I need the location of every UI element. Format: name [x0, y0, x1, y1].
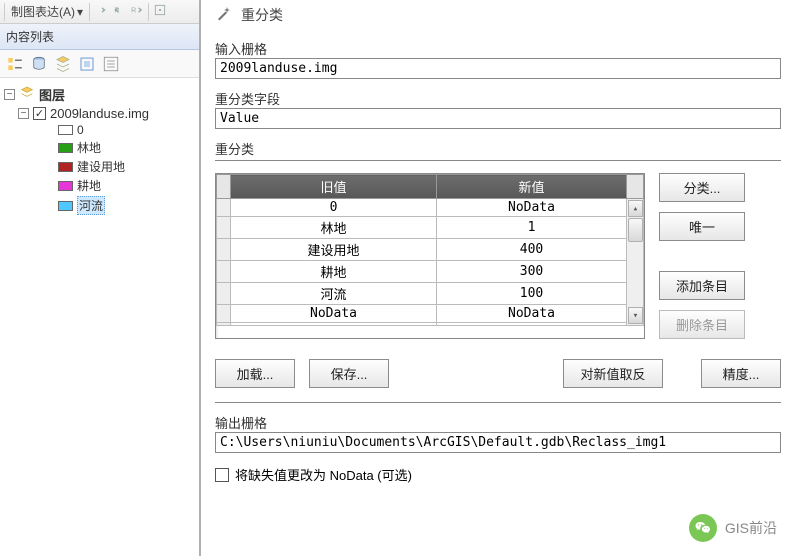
wechat-icon	[689, 514, 717, 542]
tree-root-label: 图层	[39, 85, 65, 104]
reclass-section-label: 重分类	[215, 139, 781, 161]
arrow-back-r-icon[interactable]: R	[112, 3, 126, 20]
delete-entry-button: 删除条目	[659, 310, 745, 339]
table-corner	[217, 175, 231, 199]
missing-nodata-checkbox[interactable]	[215, 468, 229, 482]
reverse-button[interactable]: 对新值取反	[563, 359, 663, 388]
watermark: GIS前沿	[689, 514, 777, 542]
swatch-icon	[58, 181, 73, 191]
col-new: 新值	[436, 175, 626, 199]
toc-title: 内容列表	[0, 24, 199, 50]
class-label: 0	[77, 123, 84, 137]
watermark-text: GIS前沿	[725, 518, 777, 538]
layer-tree: − 图层 − 2009landuse.img 0 林地 建设用地	[0, 78, 199, 222]
tree-class-row[interactable]: 建设用地	[4, 157, 195, 176]
unique-button[interactable]: 唯一	[659, 212, 745, 241]
table-row: 林地1	[217, 217, 644, 239]
input-raster-input[interactable]: 2009landuse.img	[215, 58, 781, 79]
collapse-icon[interactable]: −	[4, 89, 15, 100]
col-old: 旧值	[231, 175, 437, 199]
classify-button[interactable]: 分类...	[659, 173, 745, 202]
layers-icon	[19, 85, 35, 104]
scroll-down-icon[interactable]: ▾	[628, 307, 643, 324]
tool-wand-icon	[215, 4, 233, 25]
toc-toolbar	[0, 50, 199, 78]
swatch-icon	[58, 201, 73, 211]
input-raster-label: 输入栅格	[215, 39, 781, 58]
arrow-fwd-r-icon[interactable]: R	[130, 3, 144, 20]
swatch-icon	[58, 143, 73, 153]
reclass-table[interactable]: 旧值 新值 0NoData ▴ ▾ 林地1 建设用地400 耕地300 河流10…	[215, 173, 645, 339]
class-label: 耕地	[77, 177, 101, 194]
cartographic-menu[interactable]: 制图表达(A) ▾	[9, 2, 85, 21]
missing-nodata-label: 将缺失值更改为 NoData (可选)	[235, 465, 412, 484]
scroll-up-icon[interactable]: ▴	[628, 200, 643, 217]
add-entry-button[interactable]: 添加条目	[659, 271, 745, 300]
collapse-icon[interactable]: −	[18, 108, 29, 119]
list-by-visibility-icon[interactable]	[54, 55, 72, 73]
list-by-source-icon[interactable]	[30, 55, 48, 73]
table-row: 耕地300	[217, 261, 644, 283]
swatch-icon	[58, 162, 73, 172]
toc-panel: 制图表达(A) ▾ R R 内容列表 − 图层 −	[0, 0, 201, 556]
class-label: 河流	[77, 196, 105, 215]
reclass-field-input[interactable]: Value	[215, 108, 781, 129]
load-button[interactable]: 加载...	[215, 359, 295, 388]
tree-class-row[interactable]: 耕地	[4, 176, 195, 195]
layer-visibility-checkbox[interactable]	[33, 107, 46, 120]
tree-class-row[interactable]: 0	[4, 122, 195, 138]
scrollbar-thumb[interactable]	[628, 218, 643, 242]
tree-layer-row[interactable]: − 2009landuse.img	[4, 105, 195, 122]
options-icon[interactable]	[102, 55, 120, 73]
arrow-forward-icon[interactable]	[94, 3, 108, 20]
tool-icon[interactable]	[153, 3, 167, 20]
output-raster-label: 输出栅格	[215, 413, 781, 432]
save-button[interactable]: 保存...	[309, 359, 389, 388]
table-row: 0NoData ▴ ▾	[217, 199, 644, 217]
table-row: 建设用地400	[217, 239, 644, 261]
table-row: NoDataNoData	[217, 305, 644, 323]
reclassify-dialog: 重分类 输入栅格 2009landuse.img 重分类字段 Value 重分类…	[201, 0, 795, 556]
table-row	[217, 323, 644, 326]
svg-text:R: R	[131, 7, 136, 14]
top-toolbar: 制图表达(A) ▾ R R	[0, 0, 199, 24]
dialog-title: 重分类	[241, 5, 283, 25]
class-label: 林地	[77, 139, 101, 156]
menu-label: 制图表达(A)	[11, 3, 75, 20]
list-by-drawing-icon[interactable]	[6, 55, 24, 73]
tree-root-row[interactable]: − 图层	[4, 84, 195, 105]
precision-button[interactable]: 精度...	[701, 359, 781, 388]
class-label: 建设用地	[77, 158, 125, 175]
tree-class-row[interactable]: 河流	[4, 195, 195, 216]
reclass-field-label: 重分类字段	[215, 89, 781, 108]
dropdown-icon: ▾	[77, 5, 83, 19]
table-row: 河流100	[217, 283, 644, 305]
tree-class-row[interactable]: 林地	[4, 138, 195, 157]
tree-layer-label: 2009landuse.img	[50, 106, 149, 121]
swatch-icon	[58, 125, 73, 135]
output-raster-input[interactable]: C:\Users\niuniu\Documents\ArcGIS\Default…	[215, 432, 781, 453]
list-by-selection-icon[interactable]	[78, 55, 96, 73]
